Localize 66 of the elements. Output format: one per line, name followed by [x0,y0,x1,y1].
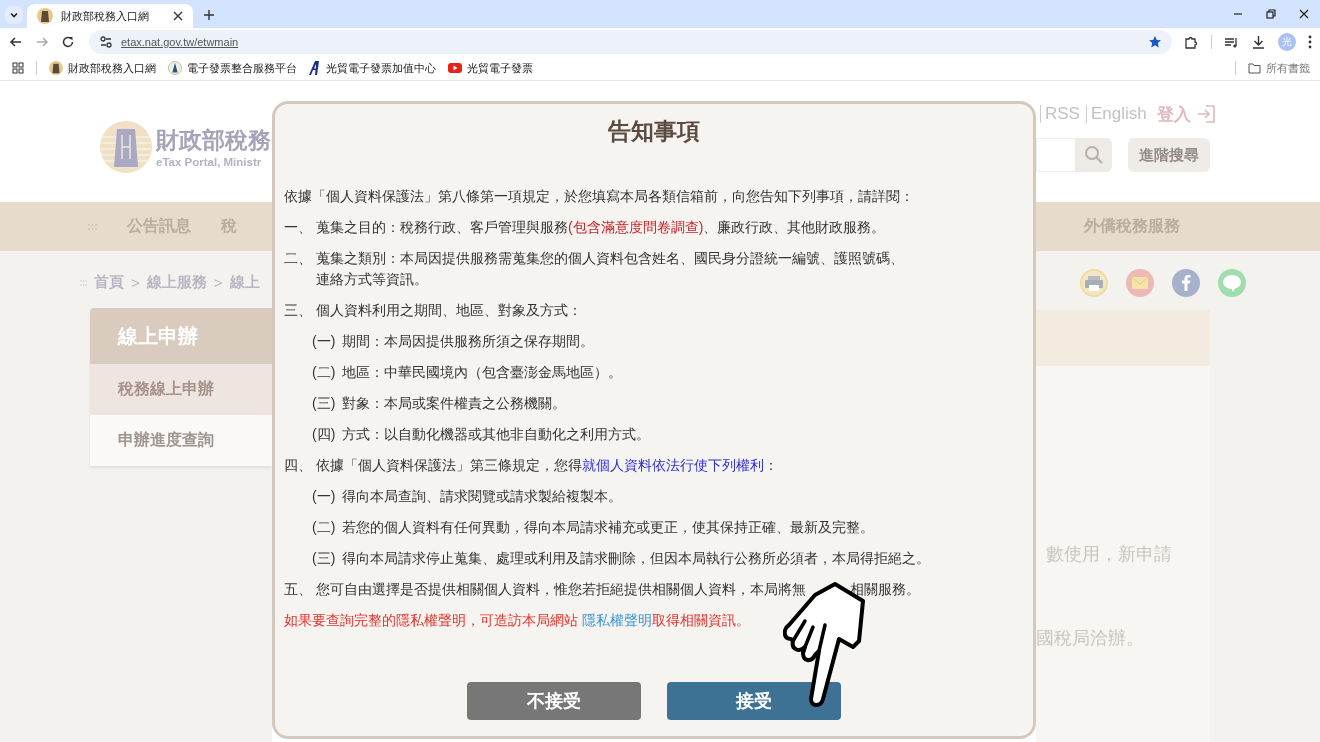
address-bar[interactable]: etax.nat.gov.tw/etwmain [89,30,1172,54]
breadcrumb-separator: > [131,274,140,291]
logo-icon [309,61,321,75]
star-icon[interactable] [1148,35,1162,49]
notice-paragraph: (一) 得向本局查詢、請求閱覽或請求製給複製本。 [311,487,623,506]
close-icon[interactable] [1298,8,1310,20]
reload-icon[interactable] [61,35,75,49]
folder-icon [1248,62,1261,74]
sidebar-item[interactable]: 稅務線上申辦 [90,364,272,415]
puzzle-icon[interactable] [1184,34,1199,50]
download-icon[interactable] [1251,34,1266,50]
notice-paragraph: 如果要查詢完整的隱私權聲明，可造訪本局網站 隱私權聲明取得相關資訊。 [284,611,751,630]
all-bookmarks-button[interactable]: 所有書籤 [1248,60,1310,76]
restore-icon[interactable] [1265,8,1277,20]
menu-icon[interactable] [1308,35,1312,49]
notice-paragraph: 三、 個人資料利用之期間、地區、對象及方式： [284,301,583,320]
new-tab-icon[interactable] [203,9,215,21]
sidebar-title: 線上申辦 [90,308,272,364]
breadcrumb-link[interactable]: 線上服務 [146,273,207,292]
header-link[interactable]: RSS [1040,105,1080,123]
bookmark[interactable]: 光貿電子發票 [448,60,533,76]
header-link[interactable]: English [1085,105,1147,123]
breadcrumb-link[interactable]: 首頁 [94,273,124,292]
notice-paragraph: 依據「個人資料保護法」第八條第一項規定，於您填寫本局各類信箱前，向您告知下列事項，請詳閱： [284,187,915,206]
breadcrumb-separator: > [213,274,223,291]
seal-logo-icon [100,120,152,173]
notice-paragraph: 一、 蒐集之目的：稅務行政、客戶管理與服務(包含滿意度問卷調查)、廉政行政、其他財政服務。 [284,218,887,237]
search-icon [1083,145,1104,165]
breadcrumb-link[interactable]: 線上 [229,273,260,292]
browser-tab[interactable]: 財政部稅務入口網 [27,4,193,28]
back-icon[interactable] [9,35,23,49]
badge-icon [168,61,182,75]
link[interactable]: 就個人資料依法行使下列權利 [582,457,764,473]
site-title: 財政部稅務 [156,126,271,155]
notice-paragraph: (三) 得向本局請求停止蒐集、處理或利用及請求刪除，但因本局執行公務所必須者，本局得拒絕之。 [311,549,931,568]
notice-paragraph: (二) 若您的個人資料有任何異動，得向本局請求補充或更正，使其保持正確、最新及完整。 [311,518,875,537]
seal-icon [37,8,53,24]
bookmark[interactable]: 電子發票整合服務平台 [168,60,297,76]
notice-paragraph: (二) 地區：中華民國境內（包含臺澎金馬地區）。 [311,363,623,382]
apps-icon[interactable] [12,62,24,74]
close-icon[interactable] [173,11,183,21]
site-subtitle: eTax Portal, Ministr [156,156,263,168]
notice-paragraph: 五、 您可自由選擇是否提供相關個人資料，惟您若拒絕提供相關個人資料，本局將無 相關服務。 [284,580,921,599]
login-link[interactable]: 登入 [1156,102,1191,126]
search-field[interactable] [1036,138,1075,172]
accept-button[interactable]: 接受 [667,682,841,720]
bookmark[interactable]: 財政部稅務入口網 [49,60,156,76]
link[interactable]: 隱私權聲明 [581,612,652,628]
notice-paragraph: 四、 依據「個人資料保護法」第三條規定，您得就個人資料依法行使下列權利： [284,456,779,475]
dialog-title: 告知事項 [607,117,701,146]
chevron-down-icon [9,10,19,20]
sidebar-item[interactable]: 申辦進度查詢 [90,415,272,466]
notice-paragraph: 二、 蒐集之類別：本局因提供服務需蒐集您的個人資料包含姓名、國民身分證統一編號、護照號碼、 連絡方式等資訊。 [284,249,905,289]
notice-paragraph: (一) 期間：本局因提供服務所須之保存期間。 [311,332,595,351]
notice-paragraph: (三) 對象：本局或案件權責之公務機關。 [311,394,567,413]
dots-icon [80,279,87,286]
bookmark[interactable]: 光貿電子發票加值中心 [309,60,436,76]
advanced-search-button[interactable]: 進階搜尋 [1128,138,1210,172]
dots-icon [88,223,97,230]
seal-icon [49,61,63,75]
video-icon [448,63,462,73]
site-settings-icon[interactable] [99,35,113,49]
tab-search-button[interactable] [5,6,23,24]
decline-button[interactable]: 不接受 [467,682,641,720]
profile-avatar[interactable]: 光 [1278,33,1296,51]
notice-paragraph: (四) 方式：以自動化機器或其他非自動化之利用方式。 [311,425,651,444]
